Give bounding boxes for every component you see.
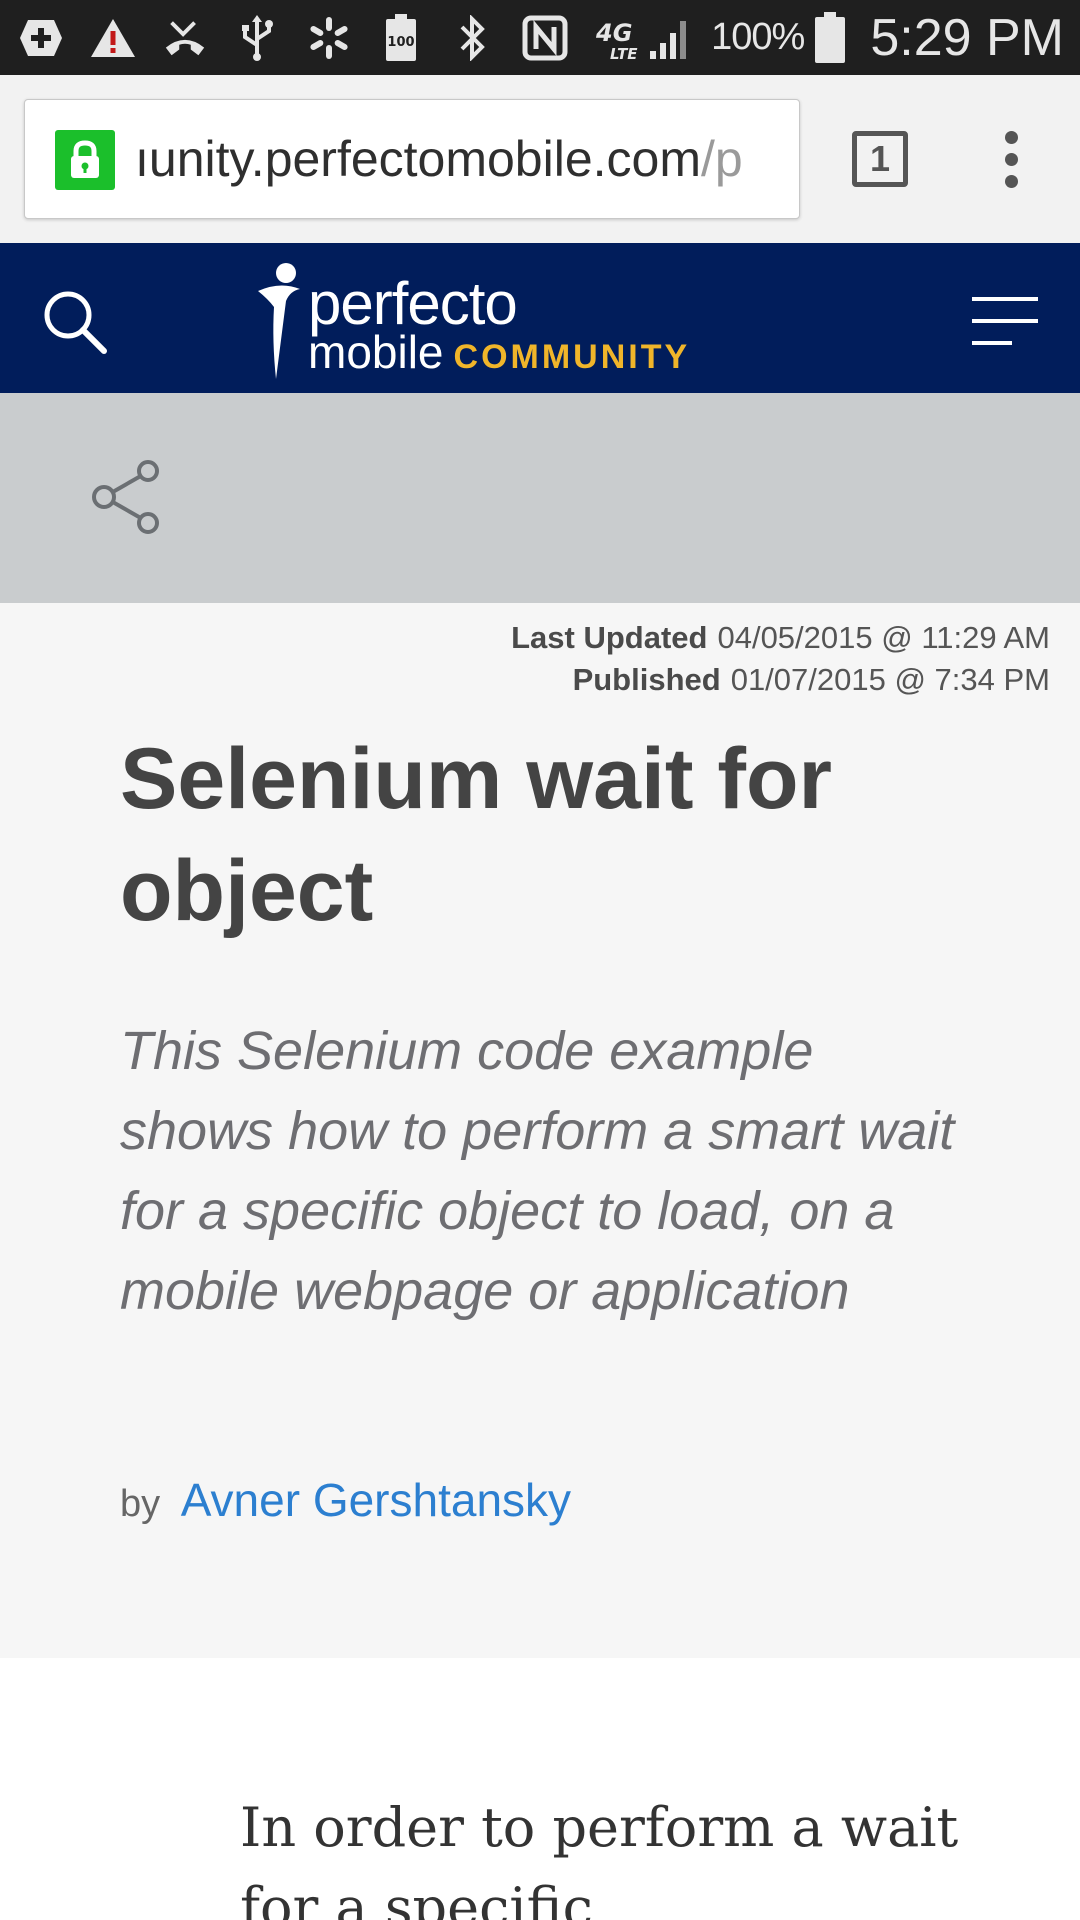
byline: by Avner Gershtansky: [120, 1473, 571, 1527]
published-row: Published 01/07/2015 @ 7:34 PM: [511, 659, 1050, 701]
url-host: ıunity.perfectomobile.com: [135, 131, 701, 187]
battery-icon: [815, 11, 846, 63]
published-value: 01/07/2015 @ 7:34 PM: [730, 662, 1050, 697]
site-header: perfecto mobile COMMUNITY: [0, 243, 1080, 393]
overflow-menu-icon[interactable]: [996, 131, 1026, 188]
article-header: Last Updated 04/05/2015 @ 11:29 AM Publis…: [0, 603, 1080, 1658]
usb-icon: [234, 14, 280, 61]
sparkle-icon: [306, 15, 352, 61]
logo-community-text: COMMUNITY: [453, 338, 691, 376]
status-right: 100% 5:29 PM: [711, 0, 1064, 75]
secure-lock-icon[interactable]: [55, 130, 115, 190]
last-updated-row: Last Updated 04/05/2015 @ 11:29 AM: [511, 617, 1050, 659]
perfecto-mobile-logo[interactable]: perfecto mobile COMMUNITY: [250, 261, 730, 381]
logo-subline: mobile COMMUNITY: [308, 325, 690, 379]
svg-text:LTE: LTE: [610, 45, 638, 61]
published-label: Published: [572, 662, 721, 697]
lte-signal-icon: 4G LTE: [594, 15, 694, 61]
search-icon[interactable]: [40, 287, 110, 357]
last-updated-value: 04/05/2015 @ 11:29 AM: [717, 620, 1050, 655]
article-body: In order to perform a wait for a specifi…: [0, 1658, 1080, 1920]
battery-100-icon: 100: [378, 13, 424, 61]
article-summary: This Selenium code example shows how to …: [120, 1021, 955, 1321]
browser-toolbar: ıunity.perfectomobile.com/p 1: [0, 75, 1080, 243]
battery-percent: 100%: [711, 16, 805, 58]
address-bar[interactable]: ıunity.perfectomobile.com/p: [24, 99, 800, 219]
clock: 5:29 PM: [870, 8, 1064, 67]
nfc-icon: [522, 15, 568, 61]
by-label: by: [120, 1483, 161, 1525]
share-band: [0, 393, 1080, 603]
tab-switcher-button[interactable]: 1: [852, 131, 908, 187]
svg-text:4G: 4G: [595, 19, 632, 47]
hamburger-menu-icon[interactable]: [972, 297, 1038, 349]
url-text[interactable]: ıunity.perfectomobile.com/p: [135, 100, 793, 218]
article-title: Selenium wait for object: [120, 731, 833, 939]
missed-call-icon: [162, 15, 208, 61]
logo-mobile-text: mobile: [308, 326, 444, 378]
last-updated-label: Last Updated: [511, 620, 708, 655]
article-body-text: In order to perform a wait for a specifi…: [240, 1796, 959, 1920]
article-dates: Last Updated 04/05/2015 @ 11:29 AM Publis…: [511, 617, 1050, 701]
logo-figure-icon: [258, 263, 300, 379]
add-icon: [18, 15, 64, 61]
share-icon[interactable]: [88, 459, 164, 535]
status-bar: 100 4G LTE 100% 5:29 PM: [0, 0, 1080, 75]
notification-icons: 100 4G LTE: [18, 0, 694, 75]
bluetooth-icon: [450, 14, 496, 61]
author-link[interactable]: Avner Gershtansky: [181, 1474, 571, 1526]
url-path: /p: [701, 131, 743, 187]
svg-text:100: 100: [387, 35, 414, 50]
warning-icon: [90, 15, 136, 61]
